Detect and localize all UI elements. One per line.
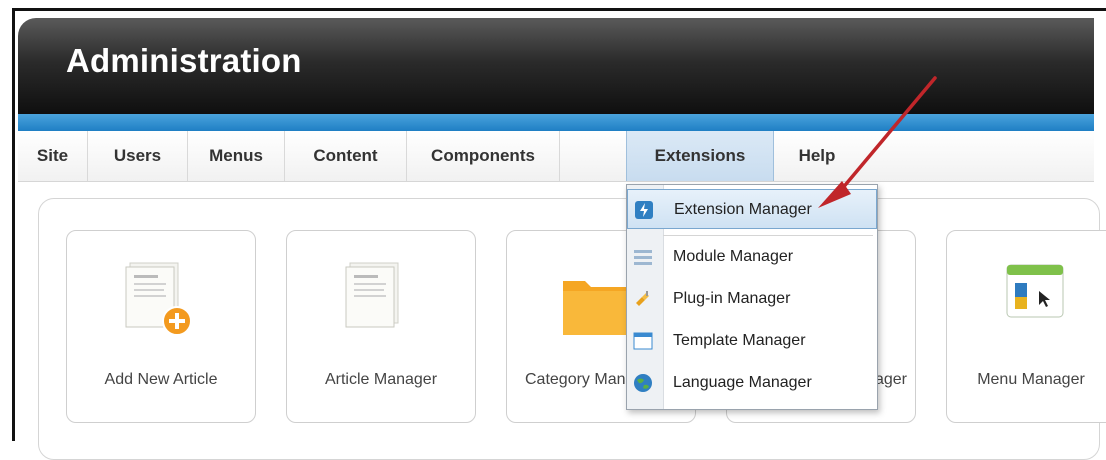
menu-menus[interactable]: Menus: [188, 131, 285, 181]
card-label: Add New Article: [104, 371, 218, 388]
card-menu-manager[interactable]: Menu Manager: [946, 230, 1106, 423]
menu-components[interactable]: Components: [407, 131, 560, 181]
dropdown-item-language-manager[interactable]: Language Manager: [627, 363, 877, 403]
dropdown-item-label: Language Manager: [673, 374, 812, 391]
dropdown-item-extension-manager[interactable]: Extension Manager: [627, 189, 877, 229]
card-article-manager[interactable]: Article Manager: [286, 230, 476, 423]
header-accent-band: [18, 114, 1094, 131]
article-icon: [345, 262, 399, 328]
dropdown-item-label: Module Manager: [673, 248, 794, 265]
extension-icon: [635, 201, 653, 219]
menu-extensions[interactable]: Extensions: [626, 131, 774, 181]
dropdown-item-label: Extension Manager: [674, 201, 812, 218]
admin-header: Administration: [18, 18, 1094, 114]
dropdown-item-module-manager[interactable]: Module Manager: [627, 237, 877, 277]
dropdown-separator: [663, 235, 873, 236]
card-label: Article Manager: [324, 371, 438, 388]
dropdown-item-label: Template Manager: [673, 332, 806, 349]
dropdown-item-plugin-manager[interactable]: Plug-in Manager: [627, 279, 877, 319]
template-icon: [633, 332, 653, 350]
menu-users[interactable]: Users: [88, 131, 188, 181]
card-add-new-article[interactable]: Add New Article: [66, 230, 256, 423]
add-article-icon: [125, 262, 192, 336]
plugin-icon: [636, 291, 649, 306]
main-menu-bar: Site Users Menus Content Components Exte…: [18, 131, 1094, 182]
menu-help[interactable]: Help: [774, 131, 860, 181]
dropdown-item-label: Plug-in Manager: [673, 290, 791, 307]
dropdown-item-template-manager[interactable]: Template Manager: [627, 321, 877, 361]
globe-icon: [634, 374, 652, 392]
module-icon: [634, 250, 652, 265]
extensions-dropdown: Extension Manager Module Manager Plug-in…: [626, 184, 878, 410]
page-title: Administration: [66, 42, 302, 79]
menu-site[interactable]: Site: [18, 131, 88, 181]
card-label: Menu Manager: [977, 371, 1085, 388]
menu-content[interactable]: Content: [285, 131, 407, 181]
menu-manager-icon: [1006, 264, 1064, 318]
